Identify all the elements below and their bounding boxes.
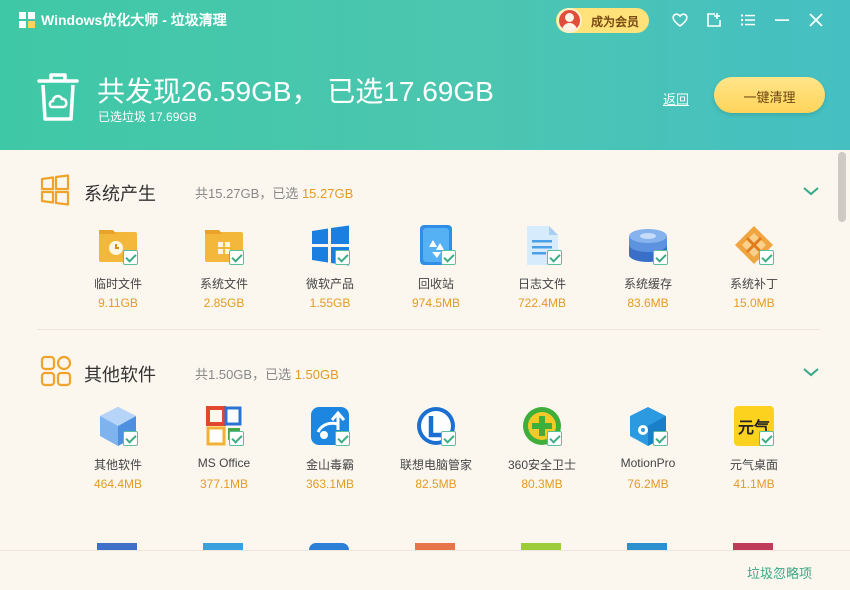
item-size: 464.4MB bbox=[93, 477, 143, 491]
item-name: 360安全卫士 bbox=[507, 458, 577, 472]
section-stats-selected: 1.50GB bbox=[294, 367, 339, 382]
item-checkbox[interactable] bbox=[653, 431, 668, 446]
app-logo-icon bbox=[19, 12, 35, 28]
become-member-label: 成为会员 bbox=[591, 15, 640, 29]
item-size: 974.5MB bbox=[411, 296, 461, 310]
minimize-icon[interactable] bbox=[773, 11, 791, 29]
section-divider bbox=[37, 329, 820, 330]
partial-row-item bbox=[627, 543, 667, 550]
item-name: 联想电脑管家 bbox=[399, 458, 472, 472]
apps-section-icon bbox=[40, 355, 72, 387]
item-size: 15.0MB bbox=[733, 296, 775, 310]
section-title-software: 其他软件 bbox=[84, 365, 156, 385]
back-link[interactable]: 返回 bbox=[663, 89, 689, 108]
item-size: 82.5MB bbox=[415, 477, 457, 491]
item-name: 日志文件 bbox=[517, 277, 566, 291]
item-name: MotionPro bbox=[620, 456, 676, 470]
item-checkbox[interactable] bbox=[335, 250, 350, 265]
item-name: 系统文件 bbox=[199, 277, 248, 291]
cleanup-item[interactable]: 临时文件 9.11GB bbox=[73, 223, 163, 315]
item-checkbox[interactable] bbox=[123, 250, 138, 265]
section-title-system: 系统产生 bbox=[84, 184, 156, 204]
item-size: 2.85GB bbox=[203, 296, 245, 310]
chevron-down-icon[interactable] bbox=[802, 366, 820, 378]
item-name: 金山毒霸 bbox=[305, 458, 354, 472]
cleanup-item[interactable]: 联想电脑管家 82.5MB bbox=[391, 404, 481, 496]
summary-subline: 已选垃圾 17.69GB bbox=[98, 110, 197, 124]
item-size: 9.11GB bbox=[98, 296, 138, 310]
cleanup-item[interactable]: MotionPro 76.2MB bbox=[603, 404, 693, 496]
item-size: 363.1MB bbox=[305, 477, 355, 491]
item-checkbox[interactable] bbox=[547, 250, 562, 265]
section-stats-selected: 15.27GB bbox=[301, 186, 354, 201]
avatar bbox=[557, 8, 582, 33]
cleanup-item[interactable]: MS Office 377.1MB bbox=[179, 404, 269, 496]
content-area: 系统产生 共15.27GB，已选 15.27GB 临时文件 9.11GB 系统文件 2… bbox=[0, 150, 850, 550]
one-click-clean-label: 一键清理 bbox=[743, 90, 796, 105]
section-stats-system: 共15.27GB，已选 15.27GB bbox=[195, 183, 353, 202]
item-size: 377.1MB bbox=[199, 477, 249, 491]
heart-icon[interactable] bbox=[671, 11, 689, 29]
cleanup-item[interactable]: 日志文件 722.4MB bbox=[497, 223, 587, 315]
item-checkbox[interactable] bbox=[229, 431, 244, 446]
item-checkbox[interactable] bbox=[759, 250, 774, 265]
item-name: 系统缓存 bbox=[623, 277, 672, 291]
item-size: 1.55GB bbox=[309, 296, 351, 310]
scrollbar[interactable] bbox=[838, 152, 846, 222]
item-name: 回收站 bbox=[417, 277, 454, 291]
item-name: MS Office bbox=[197, 456, 251, 470]
section-stats-total: 共15.27GB，已选 bbox=[195, 186, 299, 201]
partial-row-item bbox=[203, 543, 243, 550]
item-checkbox[interactable] bbox=[653, 250, 668, 265]
chevron-down-icon[interactable] bbox=[802, 185, 820, 197]
section-stats-software: 共1.50GB，已选 1.50GB bbox=[195, 364, 339, 383]
item-checkbox[interactable] bbox=[759, 431, 774, 446]
become-member-button[interactable]: 成为会员 bbox=[556, 8, 649, 33]
item-checkbox[interactable] bbox=[335, 431, 350, 446]
window-title: Windows优化大师 - 垃圾清理 bbox=[41, 12, 227, 28]
item-size: 722.4MB bbox=[517, 296, 567, 310]
item-checkbox[interactable] bbox=[441, 431, 456, 446]
item-name: 临时文件 bbox=[93, 277, 142, 291]
cleanup-item[interactable]: 回收站 974.5MB bbox=[391, 223, 481, 315]
item-name: 微软产品 bbox=[305, 277, 354, 291]
menu-icon[interactable] bbox=[739, 11, 757, 29]
share-icon[interactable] bbox=[705, 11, 723, 29]
partial-row-item bbox=[733, 543, 773, 550]
item-checkbox[interactable] bbox=[547, 431, 562, 446]
cleanup-item[interactable]: 元气 元气桌面 41.1MB bbox=[709, 404, 799, 496]
partial-row-item bbox=[97, 543, 137, 550]
summary-headline: 共发现26.59GB， 已选17.69GB bbox=[97, 76, 494, 107]
item-name: 系统补丁 bbox=[729, 277, 778, 291]
item-name: 其他软件 bbox=[93, 458, 142, 472]
item-size: 83.6MB bbox=[627, 296, 669, 310]
trash-icon bbox=[37, 73, 79, 121]
item-size: 76.2MB bbox=[627, 477, 669, 491]
item-name: 元气桌面 bbox=[729, 458, 778, 472]
item-checkbox[interactable] bbox=[123, 431, 138, 446]
footer: 垃圾忽略项 bbox=[0, 550, 850, 590]
junk-ignore-link[interactable]: 垃圾忽略项 bbox=[747, 563, 812, 582]
windows-section-icon bbox=[40, 174, 70, 206]
one-click-clean-button[interactable]: 一键清理 bbox=[714, 77, 825, 113]
cleanup-item[interactable]: 其他软件 464.4MB bbox=[73, 404, 163, 496]
cleanup-item[interactable]: 系统缓存 83.6MB bbox=[603, 223, 693, 315]
partial-row-item bbox=[309, 543, 349, 550]
section-stats-total: 共1.50GB，已选 bbox=[195, 367, 292, 382]
cleanup-item[interactable]: 金山毒霸 363.1MB bbox=[285, 404, 375, 496]
item-size: 80.3MB bbox=[521, 477, 563, 491]
cleanup-item[interactable]: 360安全卫士 80.3MB bbox=[497, 404, 587, 496]
item-size: 41.1MB bbox=[733, 477, 775, 491]
cleanup-item[interactable]: 系统补丁 15.0MB bbox=[709, 223, 799, 315]
item-checkbox[interactable] bbox=[441, 250, 456, 265]
item-checkbox[interactable] bbox=[229, 250, 244, 265]
cleanup-item[interactable]: 微软产品 1.55GB bbox=[285, 223, 375, 315]
close-icon[interactable] bbox=[807, 11, 825, 29]
header: Windows优化大师 - 垃圾清理 成为会员 共发现26.59GB， 已选17… bbox=[0, 0, 850, 150]
partial-row-item bbox=[521, 543, 561, 550]
title-bar: Windows优化大师 - 垃圾清理 成为会员 bbox=[0, 0, 850, 40]
cleanup-item[interactable]: 系统文件 2.85GB bbox=[179, 223, 269, 315]
partial-row-item bbox=[415, 543, 455, 550]
